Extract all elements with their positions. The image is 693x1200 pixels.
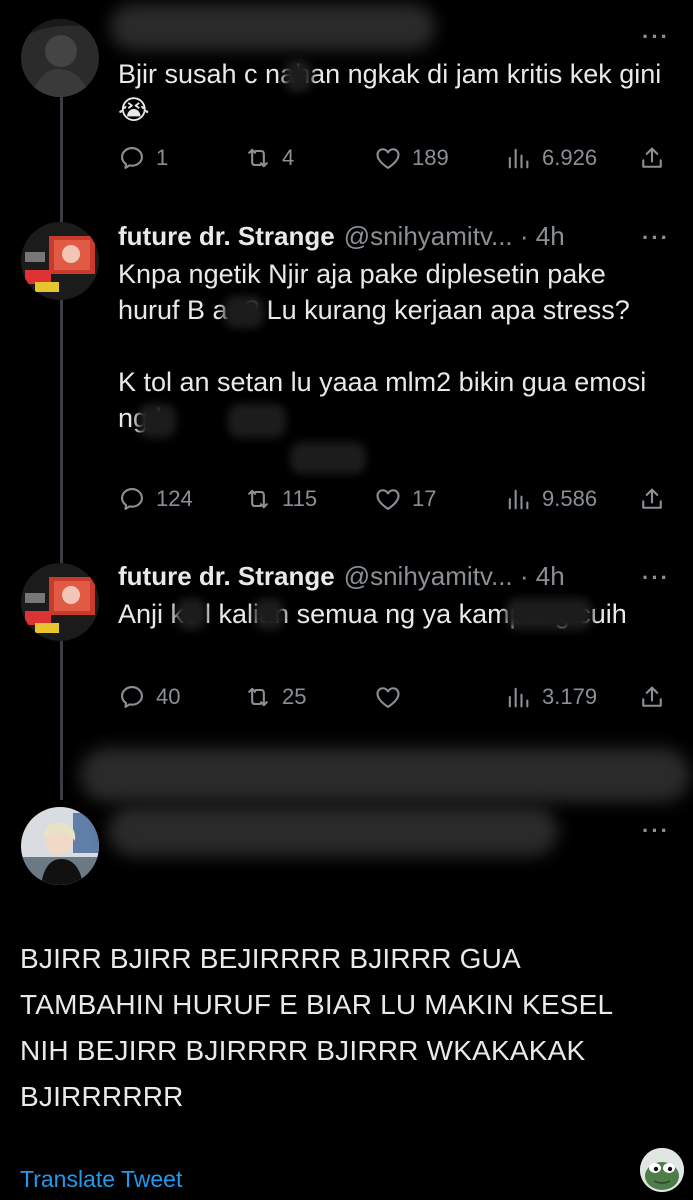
tweet-2-actions: 124 115 17 9.586 — [118, 482, 673, 516]
views-button[interactable]: 9.586 — [504, 482, 597, 516]
views-count: 9.586 — [542, 486, 598, 511]
main-tweet-line-1: BJIRR BJIRR BEJIRRRR BJIRRR GUA — [20, 943, 521, 974]
views-icon — [508, 148, 529, 169]
retweet-button[interactable]: 4 — [244, 141, 294, 175]
tweet-1-paragraph-1: Bjir susah c nahan ngkak di jam kritis k… — [118, 59, 662, 125]
share-button[interactable] — [638, 482, 666, 516]
heart-icon — [376, 687, 400, 708]
views-count: 3.179 — [542, 684, 598, 709]
thread-connector-line — [60, 95, 63, 800]
avatar-future-dr-strange[interactable] — [21, 563, 99, 641]
more-icon[interactable]: ··· — [642, 225, 670, 251]
retweet-count: 25 — [282, 684, 307, 709]
reply-button[interactable]: 124 — [118, 482, 193, 516]
views-button[interactable]: 6.926 — [504, 141, 597, 175]
redacted-region — [80, 748, 690, 802]
share-icon — [642, 488, 662, 509]
retweet-icon — [248, 687, 268, 707]
censor-overlay — [228, 404, 286, 438]
censor-overlay — [284, 60, 312, 92]
display-name[interactable]: future dr. Strange — [118, 221, 335, 252]
tweet-2-header: future dr. Strange @snihyamitv... · 4h — [118, 221, 565, 252]
retweet-count: 4 — [282, 145, 295, 170]
censor-overlay — [254, 598, 284, 630]
censor-overlay — [290, 442, 366, 474]
main-tweet-line-3: NIH BEJIRR BJIRRRR BJIRRR WKAKAKAK — [20, 1035, 586, 1066]
reply-icon — [121, 147, 143, 169]
share-icon — [642, 686, 662, 707]
reply-icon — [121, 686, 143, 708]
tweet-2-paragraph-2: K tol an setan lu yaaa mlm2 bikin gua em… — [118, 367, 647, 433]
display-name[interactable]: future dr. Strange — [118, 561, 335, 592]
share-icon — [642, 147, 662, 168]
censor-overlay — [506, 598, 592, 630]
retweet-button[interactable]: 115 — [244, 482, 317, 516]
handle-and-time[interactable]: @snihyamitv... · 4h — [344, 221, 565, 252]
heart-icon — [376, 489, 400, 510]
tweet-text-1: Bjir susah c nahan ngkak di jam kritis k… — [118, 56, 663, 128]
reply-button[interactable]: 40 — [118, 680, 180, 714]
retweet-button[interactable]: 25 — [244, 680, 306, 714]
more-icon[interactable]: ··· — [642, 565, 670, 591]
censor-overlay — [176, 598, 206, 630]
share-button[interactable] — [638, 680, 666, 714]
share-button[interactable] — [638, 141, 666, 175]
censor-overlay — [224, 296, 264, 328]
like-count: 17 — [412, 486, 437, 511]
main-tweet-line-2: TAMBAHIN HURUF E BIAR LU MAKIN KESEL — [20, 989, 614, 1020]
reply-count: 40 — [156, 684, 181, 709]
pepe-frog-icon — [640, 1148, 684, 1192]
reply-icon — [121, 488, 143, 510]
redacted-header-tweet-1 — [110, 4, 435, 50]
tweet-3-header: future dr. Strange @snihyamitv... · 4h — [118, 561, 565, 592]
views-button[interactable]: 3.179 — [504, 680, 597, 714]
heart-icon — [376, 148, 400, 169]
like-button[interactable]: 17 — [374, 482, 436, 516]
avatar-user-1[interactable] — [21, 19, 99, 97]
views-count: 6.926 — [542, 145, 598, 170]
avatar-future-dr-strange[interactable] — [21, 222, 99, 300]
tweet-2-paragraph-1: Knpa ngetik Njir aja pake diplesetin pak… — [118, 259, 630, 325]
main-tweet-text: BJIRR BJIRR BEJIRRRR BJIRRR GUA TAMBAHIN… — [20, 936, 680, 1120]
redacted-header-main — [108, 806, 558, 856]
views-icon — [508, 687, 529, 708]
like-button[interactable]: 189 — [374, 141, 449, 175]
avatar-main-tweet-author[interactable] — [21, 807, 99, 885]
more-icon[interactable]: ··· — [642, 24, 670, 50]
censor-overlay — [138, 404, 176, 438]
tweet-text-2: Knpa ngetik Njir aja pake diplesetin pak… — [118, 256, 663, 436]
views-icon — [508, 489, 529, 510]
more-icon[interactable]: ··· — [642, 818, 670, 844]
reply-count: 1 — [156, 145, 169, 170]
translate-tweet-link[interactable]: Translate Tweet — [20, 1166, 182, 1193]
retweet-icon — [248, 148, 268, 168]
like-count: 189 — [412, 145, 449, 170]
tweet-1-actions: 1 4 189 6.926 — [118, 141, 673, 175]
like-button[interactable] — [374, 680, 412, 714]
reply-button[interactable]: 1 — [118, 141, 168, 175]
reply-count: 124 — [156, 486, 193, 511]
retweet-icon — [248, 489, 268, 509]
main-tweet-line-4: BJIRRRRRR — [20, 1081, 184, 1112]
retweet-count: 115 — [282, 486, 318, 511]
tweet-3-actions: 40 25 3.179 — [118, 680, 673, 714]
handle-and-time[interactable]: @snihyamitv... · 4h — [344, 561, 565, 592]
